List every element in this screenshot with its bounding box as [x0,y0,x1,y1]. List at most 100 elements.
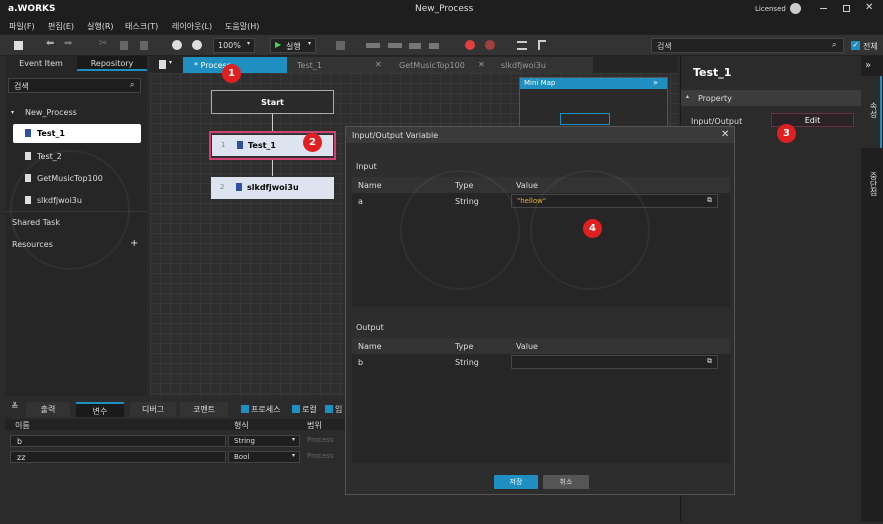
tab-event-item[interactable]: Event Item [5,56,77,71]
io-variable-dialog: Input/Output Variable ✕ Input Name Type … [345,126,735,495]
checkbox-temp[interactable] [325,405,333,413]
tab-comment[interactable]: 코멘트 [180,402,228,417]
chevron-down-icon[interactable]: ▾ [169,59,172,66]
zoom-out-icon[interactable] [192,40,202,50]
variable-name-field[interactable]: b [10,435,226,447]
connector [272,114,273,131]
cut-icon[interactable]: ✂ [99,38,107,49]
tab-getmusic[interactable]: GetMusicTop100 ✕ [389,57,491,73]
menu-edit[interactable]: 편집(E) [48,21,74,32]
minimap-title: Mini Map [524,79,556,87]
search-icon[interactable]: ⌕ [130,80,134,90]
tab-output[interactable]: 출력 [26,402,70,417]
step-over-icon[interactable] [409,43,421,49]
close-icon[interactable]: ✕ [865,2,873,13]
property-title: Test_1 [693,66,732,79]
maximize-icon[interactable] [843,5,850,12]
minimize-icon[interactable] [820,8,827,9]
close-icon[interactable]: ✕ [721,129,729,140]
tab-debug[interactable]: 디버그 [130,402,176,417]
run-button[interactable]: ▶ 실행 ▾ [270,38,316,53]
menu-layout[interactable]: 레이아웃(L) [172,21,212,32]
run-label: 실행 [286,42,301,51]
file-menu-icon[interactable] [159,60,166,69]
toolbar: ⬅ ➡ ✂ 100% ▾ ▶ 실행 ▾ 검색 ⌕ ✓ 전체 [0,34,883,56]
open-editor-icon[interactable]: ⧉ [707,196,712,205]
search-input[interactable]: 검색 ⌕ [651,38,844,53]
step-into-icon[interactable] [388,43,402,48]
variable-scope: Process [307,436,334,444]
check-all-checkbox[interactable]: ✓ [851,41,860,50]
chevron-down-icon: ▾ [308,40,312,47]
collapse-icon[interactable]: » [865,60,871,71]
output-table-header: Name Type Value [352,338,730,354]
collapse-icon[interactable]: » [653,78,658,87]
property-section-header[interactable]: ▴ Property [681,90,861,106]
repo-search-placeholder: 검색 [14,82,29,91]
tab-repository[interactable]: Repository [77,56,147,71]
align-icon[interactable] [517,41,527,50]
menu-run[interactable]: 실행(R) [87,21,114,32]
tab-label: GetMusicTop100 [399,61,465,70]
breakpoint-add-icon[interactable] [465,40,475,50]
chevron-down-icon[interactable]: ▾ [11,109,14,116]
zoom-select[interactable]: 100% ▾ [213,38,255,53]
variable-type: String [234,437,255,445]
tab-slkdf[interactable]: slkdfjwoi3u [491,57,593,73]
close-icon[interactable]: ✕ [375,60,382,69]
tab-variables[interactable]: 변수 [76,402,124,417]
chevron-up-icon: ▴ [686,93,690,100]
step-out-icon[interactable] [429,43,439,49]
search-icon[interactable]: ⌕ [832,40,836,50]
annotation-badge: 2 [303,133,322,152]
export-icon[interactable] [538,40,546,50]
stop-icon[interactable] [336,41,345,50]
tree-item-label: Test_1 [37,129,65,138]
save-icon[interactable] [14,41,23,50]
undo-icon[interactable]: ⬅ [46,38,54,49]
open-editor-icon[interactable]: ⧉ [707,357,712,366]
step-icon[interactable] [366,43,380,48]
start-node[interactable]: Start [211,90,334,114]
close-icon[interactable]: ✕ [478,60,485,69]
copy-icon[interactable] [120,41,128,50]
tree-item-test-1[interactable]: Test_1 [13,124,141,143]
tab-breakpoint[interactable]: 중단점 [861,156,882,224]
menu-file[interactable]: 파일(F) [9,21,35,32]
zoom-in-icon[interactable] [172,40,182,50]
tab-label: slkdfjwoi3u [501,61,546,70]
redo-icon[interactable]: ➡ [64,38,72,49]
node-slkdf[interactable]: 2 slkdfjwoi3u [211,177,334,199]
variable-name: b [17,437,23,446]
tab-property[interactable]: 속성 [861,76,882,148]
cancel-button[interactable]: 취소 [543,475,589,489]
breakpoint-remove-icon[interactable] [485,40,495,50]
chevron-down-icon: ▾ [247,40,251,47]
node-number: 2 [220,183,225,191]
dialog-title: Input/Output Variable [352,131,439,140]
minimap-header: Mini Map » [520,78,667,89]
checkbox-process[interactable] [241,405,249,413]
variable-name: zz [17,453,26,462]
annotation-badge: 3 [777,124,796,143]
minimap-viewport[interactable] [560,113,610,125]
paste-icon[interactable] [140,41,148,50]
add-icon[interactable]: + [130,238,138,249]
process-tree-item[interactable]: New_Process [25,108,77,117]
variables-header: 이름 형식 범위 [5,419,348,430]
menu-task[interactable]: 태스크(T) [125,21,158,32]
variable-type-select[interactable]: String ▾ [228,435,300,447]
collapse-icon[interactable]: ≚ [11,402,19,412]
save-button[interactable]: 저장 [494,475,538,489]
watermark [530,170,650,290]
user-icon[interactable] [790,3,801,14]
input-var-name: a [358,197,363,206]
header-scope: 범위 [307,421,322,430]
repo-search-input[interactable]: 검색 ⌕ [8,78,141,93]
menu-help[interactable]: 도움말(H) [225,21,259,32]
variable-name-field[interactable]: zz [10,451,226,463]
checkbox-local[interactable] [292,405,300,413]
variable-type-select[interactable]: Bool ▾ [228,451,300,463]
output-value-field[interactable]: ⧉ [511,355,718,369]
tab-test-1[interactable]: Test_1 ✕ [287,57,389,73]
